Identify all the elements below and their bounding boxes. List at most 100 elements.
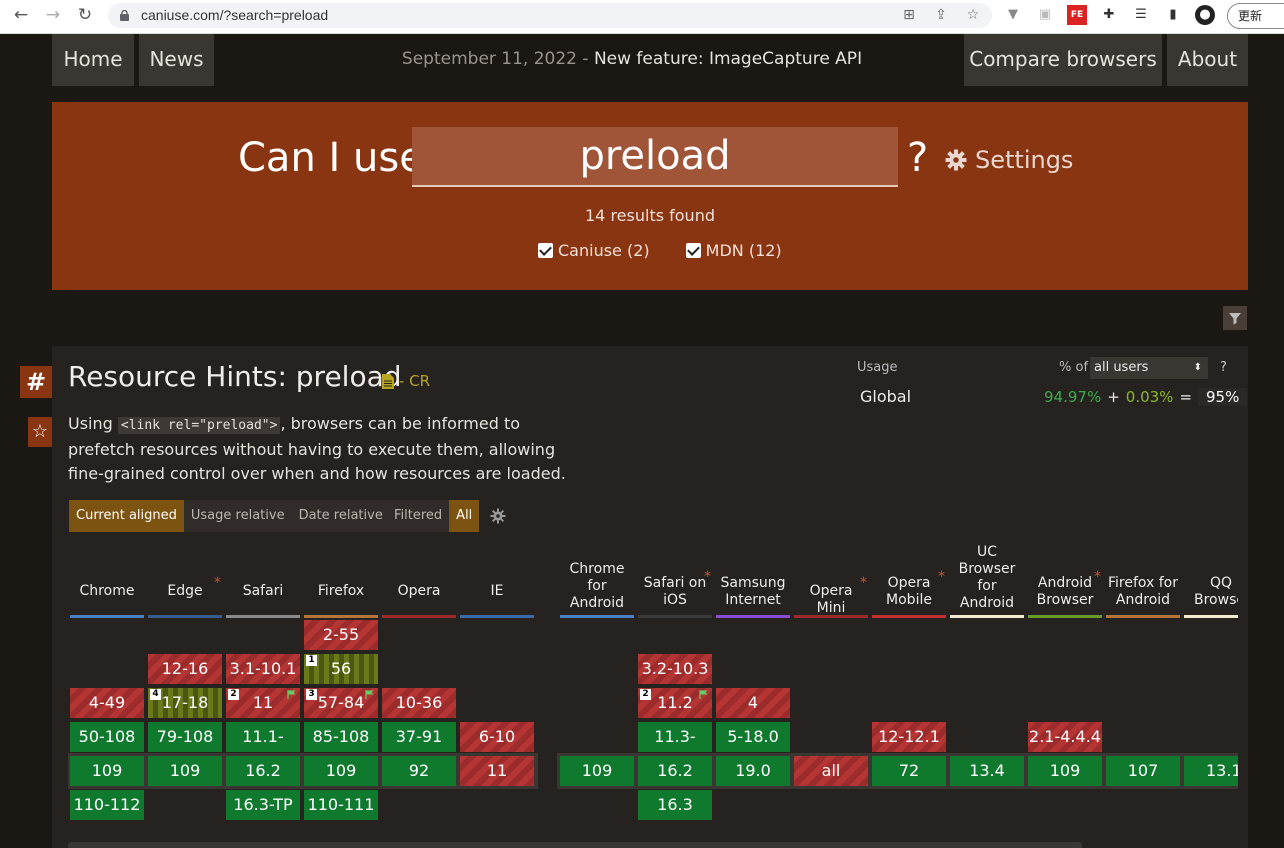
nav-compare-browsers[interactable]: Compare browsers bbox=[964, 34, 1162, 86]
nav-home[interactable]: Home bbox=[52, 34, 134, 86]
support-cell[interactable]: 4 17-18 bbox=[148, 688, 222, 718]
asterisk-icon: * bbox=[1094, 569, 1101, 585]
support-cell[interactable]: 109 bbox=[304, 756, 378, 786]
nav-news[interactable]: News bbox=[139, 34, 214, 86]
settings-button[interactable]: Settings bbox=[945, 146, 1073, 174]
mode-current-aligned[interactable]: Current aligned bbox=[69, 500, 184, 532]
support-cell[interactable]: 5-18.0 bbox=[716, 722, 790, 752]
support-cell[interactable]: 2 11 bbox=[226, 688, 300, 718]
support-cell[interactable]: 11.1-16.1 bbox=[226, 722, 300, 776]
announcement-link[interactable]: New feature: ImageCapture API bbox=[594, 49, 862, 69]
asterisk-icon: * bbox=[860, 575, 867, 591]
reading-list-icon[interactable]: ☰ bbox=[1131, 5, 1151, 25]
search-input[interactable] bbox=[412, 127, 898, 185]
support-cell[interactable]: 37-91 bbox=[382, 722, 456, 752]
support-cell[interactable]: 11 bbox=[460, 756, 534, 786]
forward-arrow-icon[interactable]: → bbox=[40, 4, 66, 26]
support-cell[interactable]: 19.0 bbox=[716, 756, 790, 786]
support-cell[interactable]: 110-111 bbox=[304, 790, 378, 820]
translate-icon[interactable]: ⊞ bbox=[900, 6, 918, 24]
usage-help[interactable]: ? bbox=[1220, 360, 1227, 375]
flag-icon bbox=[699, 690, 708, 699]
mode-date-relative[interactable]: Date relative bbox=[291, 500, 390, 532]
support-cell[interactable]: 16.3-TP bbox=[226, 790, 300, 820]
support-cell[interactable]: 1 56 bbox=[304, 654, 378, 684]
header-line: for bbox=[977, 578, 997, 594]
support-cell[interactable]: 13.4 bbox=[950, 756, 1024, 786]
support-cell[interactable]: 109 bbox=[1028, 756, 1102, 786]
star-icon[interactable]: ☆ bbox=[28, 417, 52, 447]
support-cell[interactable]: 6-10 bbox=[460, 722, 534, 752]
desc-code: <link rel="preload"> bbox=[117, 417, 281, 434]
update-button[interactable]: 更新 bbox=[1227, 3, 1284, 29]
view-mode-toggle: Current aligned Usage relative Date rela… bbox=[69, 500, 390, 532]
support-cell[interactable]: 2.1-4.4.4 bbox=[1028, 722, 1102, 752]
support-cell[interactable]: 16.2 bbox=[638, 756, 712, 786]
support-cell[interactable]: 50-108 bbox=[70, 722, 144, 752]
support-cell[interactable]: 72 bbox=[872, 756, 946, 786]
bookmark-star-icon[interactable]: ☆ bbox=[964, 6, 982, 24]
support-cell[interactable]: 12-12.1 bbox=[872, 722, 946, 752]
filter-toggle-button[interactable] bbox=[1223, 306, 1247, 330]
extension-icon[interactable]: ▣ bbox=[1035, 5, 1055, 25]
support-cell[interactable]: 12-16 bbox=[148, 654, 222, 684]
feature-permalink-hash[interactable]: # bbox=[20, 366, 52, 398]
profile-avatar-icon[interactable]: ● bbox=[1195, 5, 1215, 25]
address-bar[interactable]: caniuse.com/?search=preload ⊞ ⇪ ☆ bbox=[108, 3, 992, 28]
support-cell[interactable]: 92 bbox=[382, 756, 456, 786]
support-cell[interactable]: 3.2-10.3 bbox=[638, 654, 712, 684]
note-badge: 2 bbox=[640, 689, 651, 700]
users-select[interactable]: all users ⬍ bbox=[1090, 357, 1208, 379]
filter-caniuse-checkbox[interactable]: Caniuse (2) bbox=[538, 241, 650, 260]
note-badge: 4 bbox=[150, 689, 161, 700]
support-cell[interactable]: 85-108 bbox=[304, 722, 378, 752]
support-cell[interactable]: all bbox=[794, 756, 868, 786]
browser-header-samsung: Samsung Internet bbox=[716, 575, 790, 609]
support-cell[interactable]: 107 bbox=[1106, 756, 1180, 786]
filter-all[interactable]: All bbox=[449, 500, 480, 532]
filter-filtered[interactable]: Filtered bbox=[387, 500, 450, 532]
feature-title[interactable]: Resource Hints: preload bbox=[68, 360, 402, 393]
puzzle-extensions-icon[interactable]: ✚ bbox=[1099, 5, 1119, 25]
browser-bar-opera bbox=[382, 615, 456, 618]
spec-status[interactable]: - CR bbox=[382, 372, 430, 390]
support-cell-label: 11 bbox=[252, 693, 274, 712]
support-cell[interactable]: 16.3 bbox=[638, 790, 712, 820]
support-cell[interactable]: 2-55 bbox=[304, 620, 378, 650]
vue-extension-icon[interactable]: ▼ bbox=[1003, 5, 1023, 25]
support-cell[interactable]: 4-49 bbox=[70, 688, 144, 718]
funnel-icon bbox=[1229, 313, 1241, 325]
browser-bar-android bbox=[1028, 615, 1102, 618]
sidebar-icon[interactable]: ▮ bbox=[1163, 5, 1183, 25]
support-cell[interactable]: 109 bbox=[560, 756, 634, 786]
select-arrows-icon: ⬍ bbox=[1193, 362, 1202, 373]
fe-extension-icon[interactable]: FE bbox=[1067, 5, 1087, 25]
support-cell[interactable]: 109 bbox=[70, 756, 144, 786]
search-suffix: ? bbox=[907, 135, 929, 181]
reload-icon[interactable]: ↻ bbox=[72, 4, 98, 26]
support-cell[interactable]: 110-112 bbox=[70, 790, 144, 820]
mode-usage-relative[interactable]: Usage relative bbox=[183, 500, 292, 532]
support-cell[interactable]: 13.1 bbox=[1184, 756, 1238, 786]
search-field[interactable] bbox=[412, 127, 898, 187]
support-cell[interactable]: 10-36 bbox=[382, 688, 456, 718]
browser-toolbar: ← → ↻ caniuse.com/?search=preload ⊞ ⇪ ☆ … bbox=[0, 0, 1284, 34]
back-arrow-icon[interactable]: ← bbox=[8, 4, 34, 26]
header-line: for bbox=[587, 578, 607, 594]
support-cell[interactable]: 4 bbox=[716, 688, 790, 718]
filter-mdn-checkbox[interactable]: MDN (12) bbox=[685, 241, 782, 260]
browser-header-opera-mini: Opera Mini * bbox=[794, 575, 868, 617]
nav-about[interactable]: About bbox=[1167, 34, 1248, 86]
support-cell[interactable]: 3 57-84 bbox=[304, 688, 378, 718]
gear-icon[interactable] bbox=[490, 508, 506, 524]
share-icon[interactable]: ⇪ bbox=[932, 6, 950, 24]
support-cell[interactable]: 11.3-16.1 bbox=[638, 722, 712, 776]
support-cell[interactable]: 79-108 bbox=[148, 722, 222, 752]
support-cell[interactable]: 16.2 bbox=[226, 756, 300, 786]
browser-header-firefox: Firefox bbox=[317, 583, 365, 599]
support-cell[interactable]: 109 bbox=[148, 756, 222, 786]
support-cell[interactable]: 3.1-10.1 bbox=[226, 654, 300, 684]
support-cell[interactable]: 2 11.2 bbox=[638, 688, 712, 718]
browser-bar-firefox bbox=[304, 615, 378, 618]
browser-name-edge: Edge bbox=[167, 583, 203, 599]
